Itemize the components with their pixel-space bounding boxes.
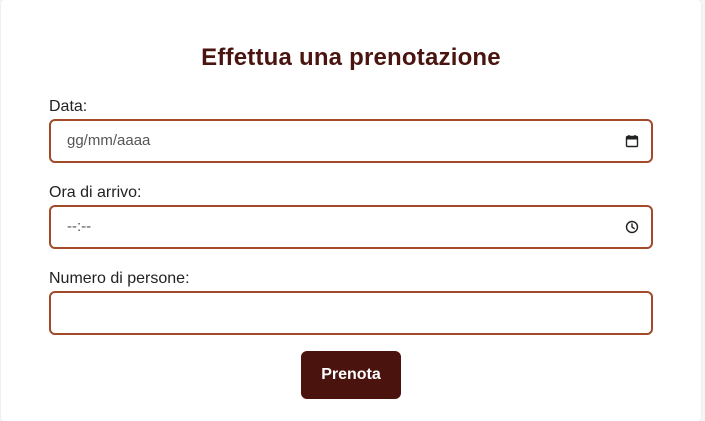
booking-form-card: Effettua una prenotazione Data: gg/mm/aa… xyxy=(1,0,701,421)
people-label: Numero di persone: xyxy=(49,270,190,287)
date-input[interactable]: gg/mm/aaaa xyxy=(49,119,653,163)
submit-button[interactable]: Prenota xyxy=(301,351,401,399)
calendar-icon[interactable] xyxy=(625,134,639,148)
people-input[interactable] xyxy=(49,291,653,335)
time-input[interactable]: --:-- xyxy=(49,205,653,249)
form-title: Effettua una prenotazione xyxy=(201,44,501,71)
time-placeholder: --:-- xyxy=(67,218,92,235)
date-placeholder: gg/mm/aaaa xyxy=(67,132,151,149)
date-label: Data: xyxy=(49,98,88,115)
clock-icon[interactable] xyxy=(625,220,639,234)
time-label: Ora di arrivo: xyxy=(49,184,142,201)
